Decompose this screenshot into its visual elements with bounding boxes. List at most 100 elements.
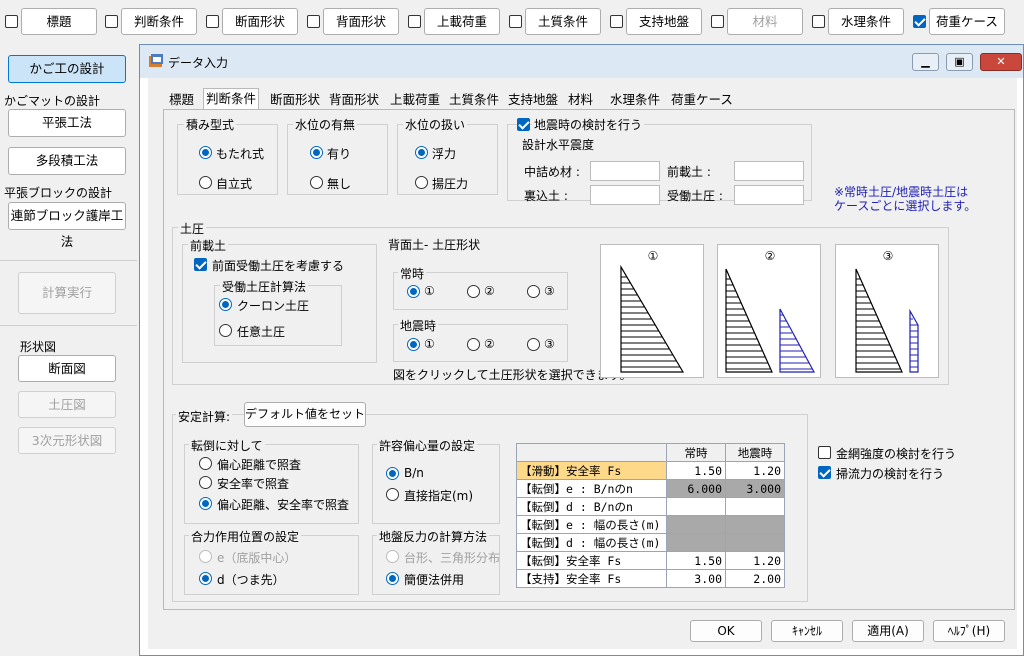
cell-jishin[interactable]: 1.20 [725,461,785,480]
judo-calc-title: 受働土圧計算法 [220,278,309,295]
urakomi-input[interactable] [590,185,660,205]
joji-radio-1[interactable] [407,285,420,298]
default-button[interactable]: デフォルト値をセット [244,402,366,427]
cell-joji[interactable]: 1.50 [666,551,726,570]
tab-checkbox-hyodai[interactable] [5,15,18,28]
tento-radio-henshin[interactable] [199,457,212,470]
tab-haimen[interactable]: 背面形状 [327,90,381,109]
atsukai-radio-yoatsu[interactable] [415,176,428,189]
jishinji-radio-3[interactable] [527,338,540,351]
minimize-button[interactable]: ▁ [912,53,939,71]
kyoyo-radio-direct[interactable] [386,488,399,501]
close-button[interactable]: ✕ [980,53,1022,71]
top-tab-hyodai[interactable]: 標題 [21,8,97,35]
suii-radio-nashi[interactable] [310,176,323,189]
tab-shiji[interactable]: 支持地盤 [506,90,560,109]
tab-checkbox-suiri[interactable] [812,15,825,28]
title-bar: データ入力 ▁ ▣ ✕ [140,45,1023,78]
row-label: 【転倒】e : B/nのn [516,479,667,498]
tab-checkbox-joukai[interactable] [408,15,421,28]
jishinji-radio-2[interactable] [467,338,480,351]
tab-checkbox-zairyo[interactable] [711,15,724,28]
judo-radio-nini[interactable] [219,324,232,337]
nakazume-label: 中詰め材 : [524,165,580,179]
tab-danmen[interactable]: 断面形状 [268,90,322,109]
tab-checkbox-shiji[interactable] [610,15,623,28]
cell-joji [666,533,726,552]
tento-radio-anzen[interactable] [199,476,212,489]
help-button[interactable]: ﾍﾙﾌﾟ(H) [933,620,1005,642]
cancel-button[interactable]: ｷｬﾝｾﾙ [771,620,843,642]
window-title: データ入力 [168,56,229,70]
table-row[interactable]: 【滑動】安全率 Fs 1.50 1.20 [516,461,785,480]
atsukai-radio-furyoku[interactable] [415,146,428,159]
jishin-check-label: 地震時の検討を行う [532,116,645,133]
tab-checkbox-doshitsu[interactable] [509,15,522,28]
tab-checkbox-danmen[interactable] [206,15,219,28]
top-tab-kaju[interactable]: 荷重ケース [929,8,1005,35]
tab-checkbox-kaju[interactable] [913,15,926,28]
kagoko-button[interactable]: かご工の設計 [8,55,126,83]
gouryoku-radio-d[interactable] [199,572,212,585]
tab-doshitsu[interactable]: 土質条件 [447,90,501,109]
tab-hyodai[interactable]: 標題 [167,90,196,109]
tab-checkbox-handan[interactable] [105,15,118,28]
tab-suiri[interactable]: 水理条件 [608,90,662,109]
judo-input[interactable] [734,185,804,205]
renketsu-button[interactable]: 連節ブロック護岸工法 [8,202,126,249]
cell-joji[interactable] [666,497,726,516]
cell-jishin[interactable]: 2.00 [725,569,785,588]
jishin-checkbox[interactable] [517,118,530,131]
cell-joji[interactable]: 1.50 [666,461,726,480]
tento-radio-both[interactable] [199,497,212,510]
top-tab-doshitsu[interactable]: 土質条件 [525,8,601,35]
top-tab-suiri[interactable]: 水理条件 [828,8,904,35]
top-tab-joukai[interactable]: 上載荷重 [424,8,500,35]
joji-radio-3[interactable] [527,285,540,298]
hirabari-button[interactable]: 平張工法 [8,109,126,137]
suii-label-ari: 有り [327,147,352,161]
kanamo-label: 金網強度の検討を行う [836,447,957,461]
top-tab-haimen[interactable]: 背面形状 [323,8,399,35]
top-tab-shiji[interactable]: 支持地盤 [626,8,702,35]
jiban-radio-kanben[interactable] [386,572,399,585]
top-tab-danmen[interactable]: 断面形状 [222,8,298,35]
soryu-checkbox[interactable] [818,466,831,479]
nakazume-input[interactable] [590,161,660,181]
tab-checkbox-haimen[interactable] [307,15,320,28]
kanamo-checkbox[interactable] [818,446,831,459]
table-row[interactable]: 【転倒】安全率 Fs 1.50 1.20 [516,551,785,570]
gouryoku-label-d: d（つま先） [217,573,285,587]
tento-label-both: 偏心距離、安全率で照査 [217,498,350,512]
pressure-shape-3[interactable]: ③ [835,244,939,378]
table-row[interactable]: 【転倒】e : B/nのn 6.000 3.000 [516,479,785,498]
tsumi-radio-jiritsu[interactable] [199,176,212,189]
cell-joji[interactable]: 3.00 [666,569,726,588]
maezumi-input[interactable] [734,161,804,181]
maximize-button[interactable]: ▣ [946,53,973,71]
danmen-button[interactable]: 断面図 [18,355,116,382]
ok-button[interactable]: OK [690,620,762,642]
tab-handan[interactable]: 判断条件 [203,88,260,110]
tab-joukai[interactable]: 上載荷重 [388,90,442,109]
app-icon [149,54,163,67]
pressure-shape-1[interactable]: ① [600,244,704,378]
tadan-button[interactable]: 多段積工法 [8,147,126,175]
joji-radio-2[interactable] [467,285,480,298]
tab-zairyo[interactable]: 材料 [566,90,595,109]
pressure-shape-2[interactable]: ② [717,244,821,378]
suii-radio-ari[interactable] [310,146,323,159]
table-row[interactable]: 【転倒】d : B/nのn [516,497,785,516]
judo-radio-coulomb[interactable] [219,298,232,311]
cell-jishin[interactable] [725,497,785,516]
tab-kaju[interactable]: 荷重ケース [669,90,735,109]
apply-button[interactable]: 適用(A) [852,620,924,642]
maezai-checkbox[interactable] [194,258,207,271]
top-tab-handan[interactable]: 判断条件 [121,8,197,35]
kyoyo-radio-bn[interactable] [386,467,399,480]
jiban-title: 地盤反力の計算方法 [377,528,490,545]
jishinji-radio-1[interactable] [407,338,420,351]
table-row[interactable]: 【支持】安全率 Fs 3.00 2.00 [516,569,785,588]
tsumi-radio-motare[interactable] [199,146,212,159]
cell-jishin[interactable]: 1.20 [725,551,785,570]
